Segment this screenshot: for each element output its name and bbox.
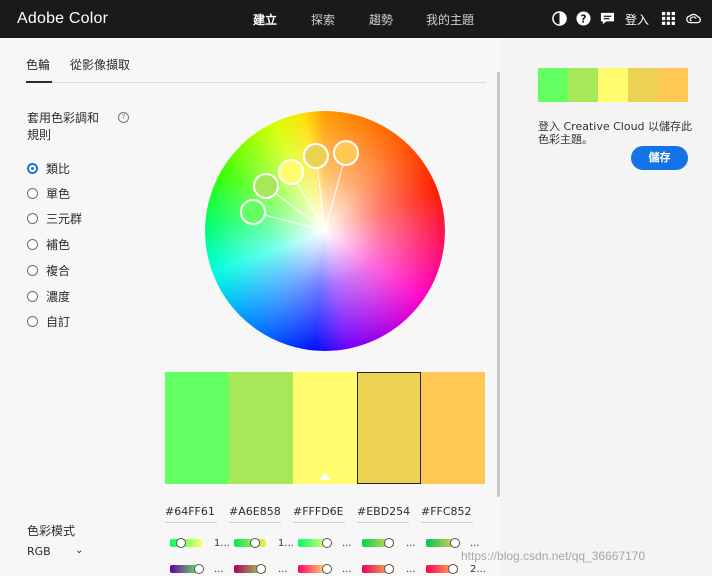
radio-button[interactable] [27, 265, 38, 276]
slider-value[interactable]: ... [342, 538, 352, 549]
contrast-icon[interactable] [552, 11, 567, 26]
hex-field[interactable]: #64FF61 [165, 505, 217, 523]
brand-logo[interactable]: Adobe Color [17, 10, 108, 28]
color-mode-select[interactable]: RGB ⌄ [27, 545, 87, 558]
radio-button[interactable] [27, 291, 38, 302]
color-handle[interactable] [333, 140, 359, 166]
theme-swatch [568, 68, 598, 102]
scrollbar[interactable] [497, 72, 500, 497]
apps-grid-icon[interactable] [661, 11, 676, 26]
slider-value[interactable]: ... [342, 564, 352, 575]
slider-track[interactable] [426, 564, 458, 574]
slider-thumb[interactable] [322, 564, 332, 574]
swatch-base[interactable] [293, 372, 357, 484]
theme-preview [538, 68, 688, 102]
radio-button[interactable] [27, 188, 38, 199]
nav-explore[interactable]: 探索 [311, 11, 335, 28]
info-icon[interactable]: ? [118, 112, 129, 123]
color-mode-label: 色彩模式 [27, 524, 76, 538]
hex-field[interactable]: #EBD254 [357, 505, 410, 523]
slider-value[interactable]: ... [406, 538, 416, 549]
slider-value[interactable]: ... [406, 564, 416, 575]
tab-color-wheel[interactable]: 色輪 [26, 56, 50, 73]
hex-field[interactable]: #FFFD6E [293, 505, 345, 523]
swatch-selected[interactable] [357, 372, 421, 484]
theme-swatch [658, 68, 688, 102]
theme-panel [500, 38, 712, 576]
nav-my-themes[interactable]: 我的主題 [426, 11, 474, 28]
radio-button[interactable] [27, 213, 38, 224]
slider-track[interactable] [362, 538, 394, 548]
creative-cloud-icon[interactable] [686, 11, 701, 26]
color-wheel[interactable] [205, 111, 445, 351]
slider-value[interactable]: 1... [278, 538, 294, 549]
base-color-marker [319, 473, 331, 480]
tab-extract-from-image[interactable]: 從影像擷取 [70, 56, 130, 73]
top-bar: Adobe Color 建立 探索 趨勢 我的主題 ? 登入 [0, 0, 712, 38]
help-icon[interactable]: ? [576, 11, 591, 26]
color-handle[interactable] [253, 173, 279, 199]
swatch[interactable] [165, 372, 229, 484]
watermark: https://blog.csdn.net/qq_36667170 [461, 549, 646, 563]
slider-value[interactable]: ... [214, 564, 224, 575]
slider-track[interactable] [170, 564, 204, 574]
color-handle[interactable] [303, 143, 329, 169]
slider-track[interactable] [234, 538, 266, 548]
chevron-down-icon: ⌄ [75, 545, 84, 556]
radio-button[interactable] [27, 239, 38, 250]
slider-track[interactable] [298, 564, 332, 574]
swatch[interactable] [421, 372, 485, 484]
slider-thumb[interactable] [322, 538, 332, 548]
slider-thumb[interactable] [450, 538, 460, 548]
tab-divider [26, 82, 486, 83]
color-handle[interactable] [240, 199, 266, 225]
theme-swatch [538, 68, 568, 102]
hex-field[interactable]: #FFC852 [421, 505, 473, 523]
slider-thumb[interactable] [194, 564, 204, 574]
nav-create[interactable]: 建立 [253, 11, 277, 28]
svg-text:?: ? [581, 13, 587, 25]
active-tab-indicator [26, 81, 52, 83]
harmony-rule-label: 套用色彩調和規則 [27, 111, 100, 142]
swatch[interactable] [229, 372, 293, 484]
theme-swatch [598, 68, 628, 102]
slider-track[interactable] [426, 538, 460, 548]
slider-track[interactable] [362, 564, 394, 574]
slider-thumb[interactable] [384, 538, 394, 548]
chat-icon[interactable] [600, 11, 615, 26]
slider-thumb[interactable] [448, 564, 458, 574]
color-mode-value: RGB [27, 545, 51, 558]
slider-value[interactable]: ... [470, 538, 480, 549]
nav-trends[interactable]: 趨勢 [369, 11, 393, 28]
slider-thumb[interactable] [256, 564, 266, 574]
radio-button[interactable] [27, 163, 38, 174]
save-message: 登入 Creative Cloud 以儲存此色彩主題。 [538, 120, 693, 146]
slider-value[interactable]: 1... [214, 538, 230, 549]
slider-value[interactable]: 2... [470, 564, 486, 575]
color-handle-base[interactable] [278, 159, 304, 185]
slider-track[interactable] [234, 564, 266, 574]
slider-thumb[interactable] [250, 538, 260, 548]
sign-in-link[interactable]: 登入 [625, 11, 649, 28]
radio-button[interactable] [27, 316, 38, 327]
slider-thumb[interactable] [384, 564, 394, 574]
swatch-strip [165, 372, 485, 484]
slider-track[interactable] [170, 538, 202, 548]
slider-thumb[interactable] [176, 538, 186, 548]
save-button[interactable]: 儲存 [631, 146, 688, 170]
theme-swatch [628, 68, 658, 102]
slider-track[interactable] [298, 538, 332, 548]
hex-field[interactable]: #A6E858 [229, 505, 281, 523]
slider-value[interactable]: ... [278, 564, 288, 575]
